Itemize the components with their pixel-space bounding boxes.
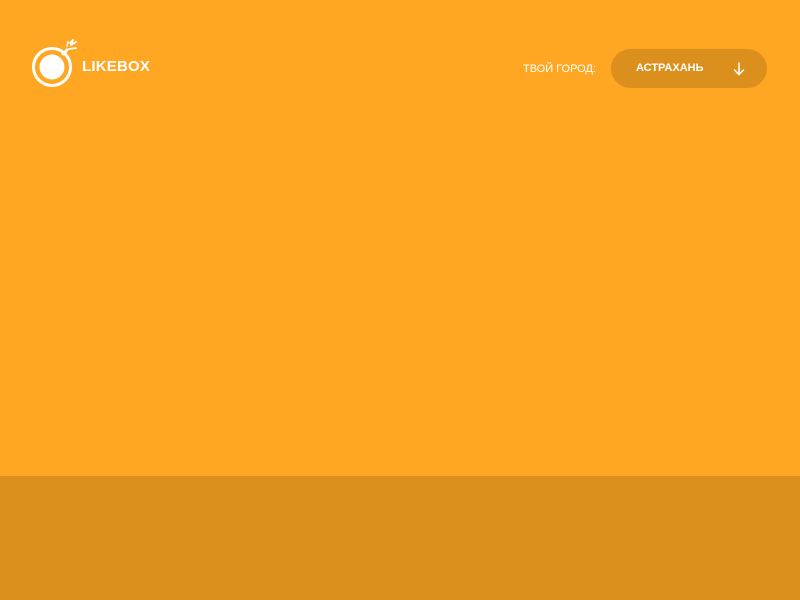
bottom-band xyxy=(0,476,800,600)
page: LIKEBOX ТВОЙ ГОРОД: АСТРАХАНЬ xyxy=(0,0,800,600)
header: LIKEBOX ТВОЙ ГОРОД: АСТРАХАНЬ xyxy=(0,0,800,136)
city-select-value: АСТРАХАНЬ xyxy=(636,62,704,74)
logo[interactable]: LIKEBOX xyxy=(32,38,150,88)
city-label: ТВОЙ ГОРОД: xyxy=(522,63,596,75)
bomb-icon xyxy=(32,39,77,87)
arrow-down-icon xyxy=(733,62,745,76)
logo-text: LIKEBOX xyxy=(82,57,151,75)
city-select-button[interactable]: АСТРАХАНЬ xyxy=(611,49,767,88)
